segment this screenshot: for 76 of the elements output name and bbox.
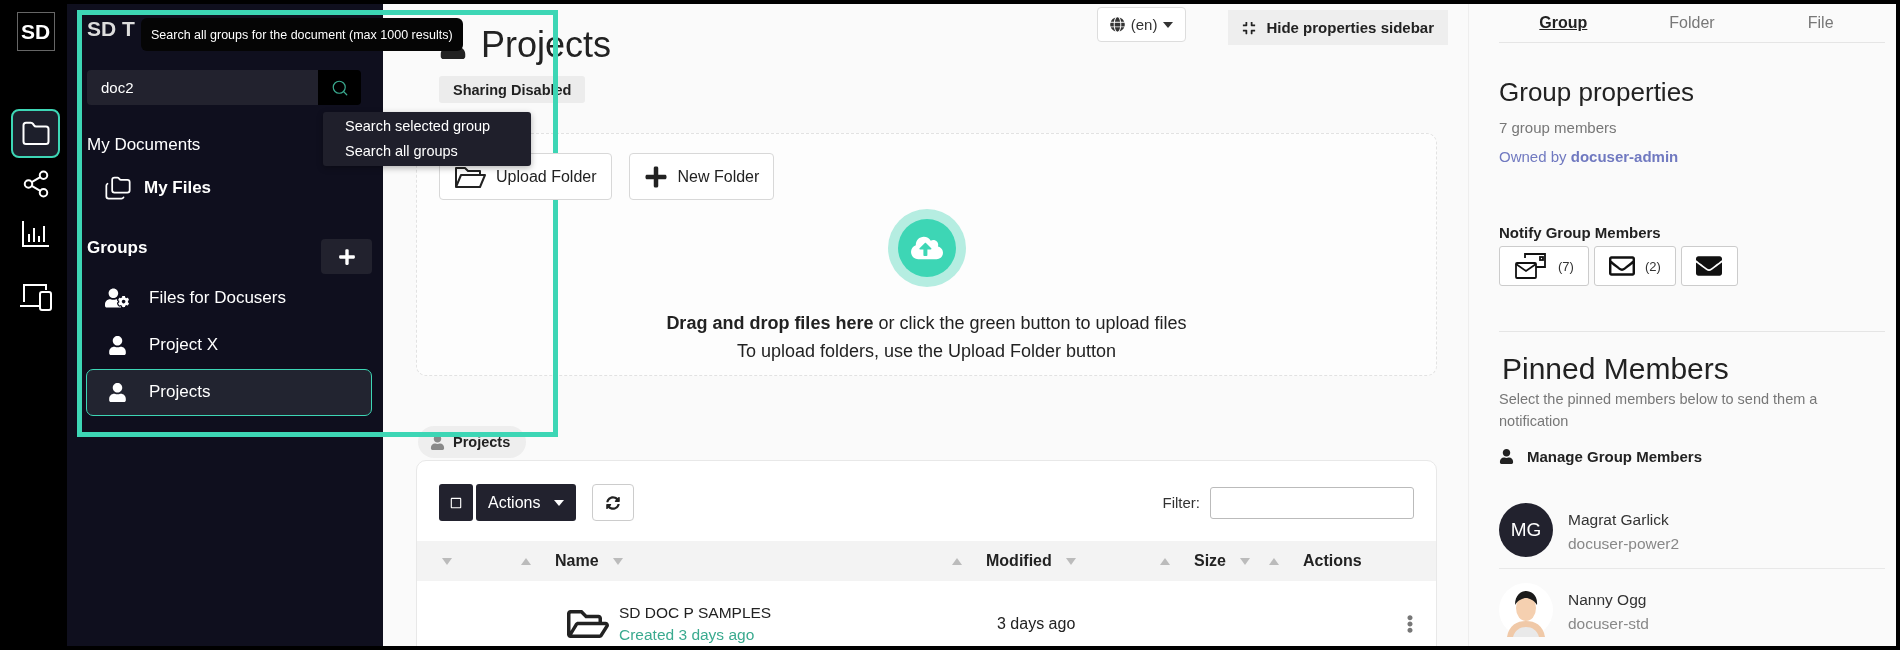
search-button[interactable]: [318, 70, 361, 105]
sort-ascending-icon: [521, 557, 531, 565]
member-name[interactable]: Nanny Ogg: [1568, 591, 1649, 609]
member-username: docuser-std: [1568, 615, 1649, 633]
user-gear-icon: [105, 286, 129, 310]
plus-icon: [337, 247, 356, 266]
bar-chart-icon: [20, 219, 51, 248]
column-header[interactable]: Name: [555, 552, 599, 570]
compress-icon: [1242, 20, 1257, 35]
language-button[interactable]: (en): [1096, 7, 1187, 42]
sort-ascending-icon: [952, 557, 962, 565]
workspace-title: SD T: [87, 16, 135, 42]
sort-descending-icon: [612, 557, 623, 565]
nav-button[interactable]: [11, 109, 60, 158]
devices-icon: [18, 281, 53, 312]
refresh-icon: [606, 495, 621, 510]
notify-button[interactable]: [1680, 246, 1738, 286]
user-icon: [107, 335, 127, 355]
sort-descending-icon: [442, 557, 452, 565]
checkbox-icon: [450, 496, 462, 509]
column-header[interactable]: Modified: [986, 552, 1052, 570]
group-item[interactable]: Projects: [86, 368, 372, 416]
sort-descending-icon: [1240, 557, 1250, 565]
envelope-icon: [1608, 253, 1635, 279]
envelopes-icon: [1514, 251, 1548, 281]
sidebar-item[interactable]: My Files: [87, 170, 212, 206]
group-item[interactable]: Files for Docusers: [86, 274, 372, 322]
sort-descending-icon: [1065, 557, 1076, 565]
group-item[interactable]: Project X: [86, 321, 372, 369]
caret-icon: [1163, 21, 1174, 28]
manage-members-link[interactable]: Manage Group Members: [1499, 448, 1703, 465]
section-heading: Notify Group Members: [1499, 224, 1662, 242]
folders-icon: [104, 174, 132, 202]
globe-icon: [1109, 17, 1125, 32]
filter-label: Filter:: [1162, 494, 1200, 511]
actions-button[interactable]: Actions: [476, 484, 577, 521]
member-username: docuser-power2: [1568, 535, 1680, 553]
avatar: MG: [1499, 503, 1553, 557]
member-name[interactable]: Magrat Garlick: [1568, 511, 1680, 529]
envelope-icon: [1696, 253, 1723, 279]
notify-button[interactable]: (7): [1499, 246, 1589, 286]
tooltip: Search all groups for the document (max 1000 results): [141, 18, 463, 51]
select-all-button[interactable]: [439, 484, 473, 521]
modified-date: 3 days ago: [996, 615, 1077, 633]
hide-sidebar-button[interactable]: Hide properties sidebar: [1228, 10, 1448, 45]
section-heading: My Documents: [87, 135, 201, 155]
tab[interactable]: File: [1756, 4, 1885, 42]
section-heading: Groups: [87, 237, 148, 258]
panel-title: Group properties: [1499, 76, 1696, 108]
user-icon: [1499, 449, 1514, 464]
tab[interactable]: Folder: [1627, 4, 1757, 42]
new-folder-button[interactable]: New Folder: [628, 153, 775, 200]
column-header[interactable]: Size: [1194, 552, 1226, 570]
plus-icon: [643, 164, 668, 189]
drop-instructions: Drag and drop files here or click the green button to upload files: [665, 312, 1188, 334]
user-icon: [430, 434, 445, 450]
logo: SD: [16, 12, 55, 51]
filter-field[interactable]: [1210, 486, 1414, 519]
member-count: 7 group members: [1499, 118, 1618, 138]
drop-hint: To upload folders, use the Upload Folder button: [735, 340, 1118, 362]
notify-button[interactable]: (2): [1593, 246, 1676, 286]
owner-text: Owned by docuser-admin: [1499, 147, 1680, 167]
sort-ascending-icon: [1160, 557, 1170, 565]
user-icon: [107, 382, 127, 402]
add-group-button[interactable]: [321, 239, 372, 274]
refresh-button[interactable]: [592, 484, 635, 521]
section-description: Select the pinned members below to send them a notification: [1499, 390, 1819, 431]
tab[interactable]: Group: [1499, 4, 1628, 42]
search-icon: [330, 78, 349, 97]
created-date: Created 3 days ago: [619, 626, 756, 644]
file-name[interactable]: SD DOC P SAMPLES: [619, 604, 772, 622]
caret-icon: [554, 499, 565, 506]
sort-ascending-icon: [1269, 557, 1279, 565]
section-title: Pinned Members: [1502, 351, 1730, 387]
column-header[interactable]: Actions: [1303, 552, 1362, 570]
search-field[interactable]: doc2: [87, 70, 318, 105]
